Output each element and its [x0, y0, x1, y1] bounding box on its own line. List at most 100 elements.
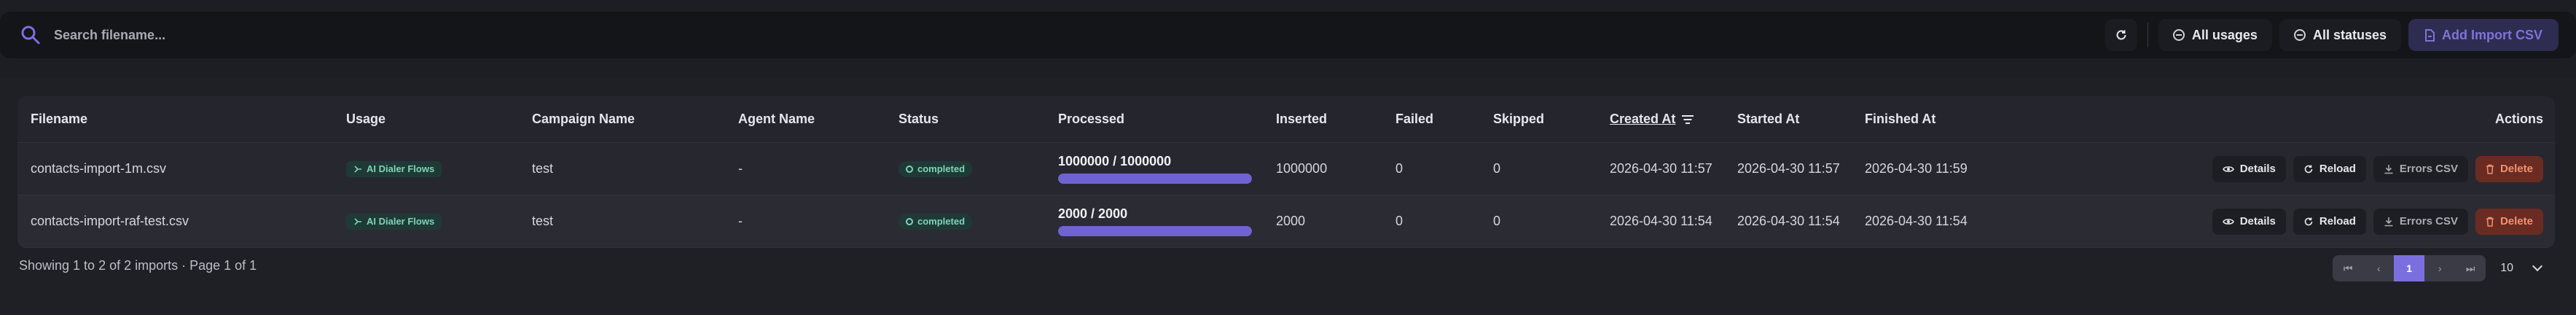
- header-skipped: Skipped: [1493, 112, 1545, 126]
- status-filter[interactable]: All statuses: [2279, 19, 2401, 51]
- sort-icon: [1681, 114, 1694, 125]
- usage-label: AI Dialer Flows: [367, 163, 435, 174]
- progress-fill: [1058, 174, 1252, 184]
- chevron-left-icon: ‹: [2376, 262, 2381, 274]
- flow-icon: [354, 165, 361, 173]
- per-page-select[interactable]: 10: [2500, 260, 2543, 275]
- reload-button[interactable]: Reload: [2293, 208, 2366, 235]
- flow-icon: [354, 217, 361, 225]
- filename-cell: contacts-import-raf-test.csv: [31, 214, 189, 228]
- usage-filter[interactable]: All usages: [2158, 19, 2272, 51]
- details-label: Details: [2239, 215, 2276, 228]
- progress-fill: [1058, 226, 1252, 236]
- inserted-cell: 2000: [1276, 214, 1306, 228]
- header-campaign: Campaign Name: [532, 112, 635, 126]
- header-actions: Actions: [2494, 112, 2543, 126]
- finished-cell: 2026-04-30 11:54: [1865, 214, 1968, 228]
- campaign-cell: test: [532, 214, 554, 228]
- usage-badge: AI Dialer Flows: [346, 160, 442, 177]
- toolbar: All usages All statuses Add Import CSV: [2105, 19, 2559, 51]
- status-label: completed: [917, 216, 966, 227]
- filename-cell: contacts-import-1m.csv: [31, 161, 167, 176]
- agent-cell: -: [738, 161, 743, 176]
- filter-icon: [2293, 29, 2306, 41]
- header-failed: Failed: [1395, 112, 1434, 126]
- filter-icon: [2172, 29, 2185, 41]
- status-label: completed: [917, 163, 966, 174]
- status-badge: completed: [899, 213, 973, 230]
- usage-filter-label: All usages: [2191, 27, 2258, 42]
- first-page-button[interactable]: ⏮: [2333, 255, 2363, 281]
- usage-badge: AI Dialer Flows: [346, 213, 442, 230]
- check-circle-icon: [906, 217, 913, 225]
- processed-count: 2000 / 2000: [1058, 206, 1128, 221]
- header-usage: Usage: [346, 112, 386, 126]
- search-input[interactable]: [54, 20, 1220, 50]
- trash-icon: [2486, 164, 2494, 174]
- header-agent: Agent Name: [738, 112, 815, 126]
- refresh-icon: [2304, 165, 2313, 173]
- status-filter-label: All statuses: [2312, 27, 2387, 42]
- errors-csv-button[interactable]: Errors CSV: [2373, 208, 2468, 235]
- header-status: Status: [899, 112, 939, 126]
- details-label: Details: [2239, 163, 2276, 175]
- table-header: Filename Usage Campaign Name Agent Name …: [17, 96, 2555, 143]
- eye-icon: [2222, 166, 2234, 172]
- started-cell: 2026-04-30 11:54: [1737, 214, 1840, 228]
- header-inserted: Inserted: [1276, 112, 1328, 126]
- header-created-sort[interactable]: Created At: [1610, 112, 1694, 127]
- refresh-icon: [2116, 30, 2126, 40]
- trash-icon: [2486, 217, 2494, 227]
- row-actions: Details Reload Errors CSV Delete: [2212, 155, 2543, 182]
- add-import-csv-button[interactable]: Add Import CSV: [2408, 19, 2559, 51]
- per-page-value: 10: [2500, 262, 2513, 274]
- campaign-cell: test: [532, 161, 554, 176]
- add-import-label: Add Import CSV: [2442, 27, 2542, 42]
- pagination: ⏮ ‹ 1 › ⏭ 10: [2333, 255, 2543, 281]
- reload-label: Reload: [2319, 163, 2356, 175]
- refresh-button[interactable]: [2105, 19, 2137, 51]
- processed-count: 1000000 / 1000000: [1058, 154, 1172, 168]
- failed-cell: 0: [1395, 214, 1404, 228]
- file-icon: [2425, 28, 2435, 42]
- delete-label: Delete: [2499, 163, 2533, 175]
- details-button[interactable]: Details: [2212, 208, 2286, 235]
- delete-button[interactable]: Delete: [2475, 155, 2543, 182]
- reload-button[interactable]: Reload: [2293, 155, 2366, 182]
- page-buttons: ⏮ ‹ 1 › ⏭: [2333, 255, 2486, 281]
- processed-cell: 2000 / 2000: [1058, 206, 1252, 236]
- next-page-button[interactable]: ›: [2424, 255, 2455, 281]
- page-button-current[interactable]: 1: [2394, 255, 2425, 281]
- table-row: contacts-import-1m.csv AI Dialer Flows t…: [17, 143, 2555, 195]
- download-icon: [2384, 217, 2393, 226]
- prev-page-button[interactable]: ‹: [2363, 255, 2394, 281]
- errors-csv-label: Errors CSV: [2399, 215, 2458, 228]
- header-finished: Finished At: [1865, 112, 1936, 126]
- skipped-cell: 0: [1493, 161, 1501, 176]
- failed-cell: 0: [1395, 161, 1404, 176]
- status-badge: completed: [899, 160, 973, 177]
- chevron-right-icon: ›: [2438, 262, 2442, 274]
- skipped-cell: 0: [1493, 214, 1501, 228]
- refresh-icon: [2304, 217, 2313, 225]
- delete-button[interactable]: Delete: [2475, 208, 2543, 235]
- details-button[interactable]: Details: [2212, 155, 2286, 182]
- check-circle-icon: [906, 165, 913, 173]
- created-cell: 2026-04-30 11:54: [1610, 214, 1712, 228]
- download-icon: [2384, 164, 2393, 174]
- agent-cell: -: [738, 214, 743, 228]
- chevron-down-icon: [2532, 260, 2543, 272]
- search-bar: All usages All statuses Add Import CSV: [0, 12, 2576, 58]
- processed-cell: 1000000 / 1000000: [1058, 154, 1252, 184]
- header-processed: Processed: [1058, 112, 1125, 126]
- delete-label: Delete: [2499, 215, 2533, 228]
- errors-csv-label: Errors CSV: [2399, 163, 2458, 175]
- first-page-icon: ⏮: [2343, 262, 2353, 274]
- imports-table: Filename Usage Campaign Name Agent Name …: [17, 96, 2555, 248]
- row-actions: Details Reload Errors CSV Delete: [2212, 208, 2543, 235]
- imports-panel: Filename Usage Campaign Name Agent Name …: [0, 79, 2576, 315]
- table-row: contacts-import-raf-test.csv AI Dialer F…: [17, 195, 2555, 248]
- last-page-icon: ⏭: [2465, 262, 2475, 274]
- last-page-button[interactable]: ⏭: [2455, 255, 2486, 281]
- errors-csv-button[interactable]: Errors CSV: [2373, 155, 2468, 182]
